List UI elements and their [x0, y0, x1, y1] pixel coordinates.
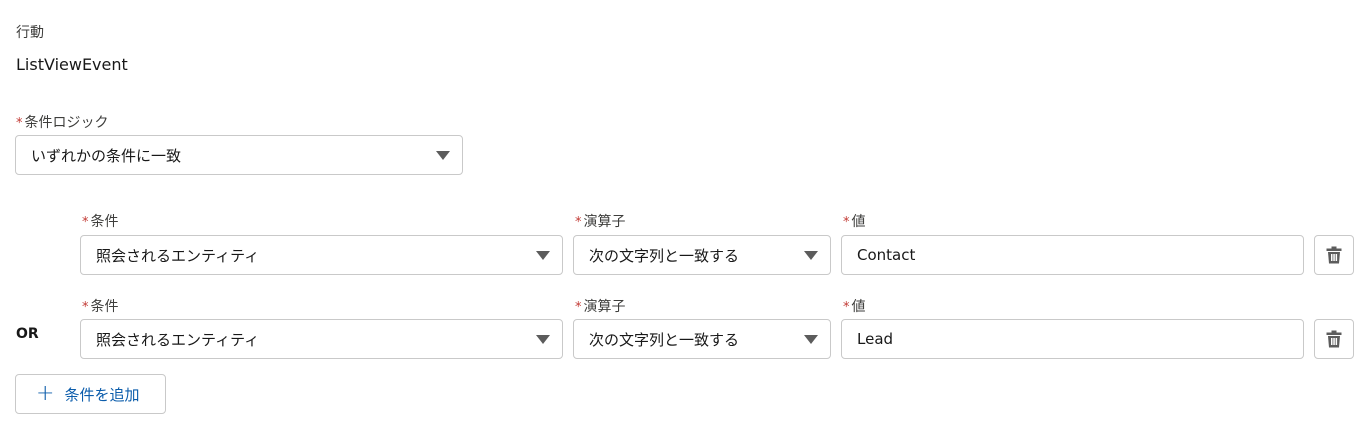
- operator-label: * 演算子: [575, 214, 626, 230]
- operator-select[interactable]: 次の文字列と一致する: [573, 319, 831, 359]
- chevron-down-icon: [804, 334, 818, 344]
- condition-select[interactable]: 照会されるエンティティ: [80, 235, 563, 275]
- required-mark: *: [16, 116, 23, 131]
- delete-row-button[interactable]: [1314, 235, 1354, 275]
- add-condition-button[interactable]: + 条件を追加: [15, 374, 166, 414]
- trash-icon: [1326, 330, 1342, 348]
- chevron-down-icon: [436, 150, 450, 160]
- logic-label: * 条件ロジック: [16, 115, 109, 131]
- value-input[interactable]: Lead: [841, 319, 1304, 359]
- logic-select-value: いずれかの条件に一致: [31, 146, 182, 165]
- value-label: * 値: [843, 299, 866, 315]
- chevron-down-icon: [804, 250, 818, 260]
- chevron-down-icon: [536, 334, 550, 344]
- chevron-down-icon: [536, 250, 550, 260]
- plus-icon: +: [36, 381, 55, 406]
- value-input[interactable]: Contact: [841, 235, 1304, 275]
- condition-label: * 条件: [82, 214, 119, 230]
- trash-icon: [1326, 246, 1342, 264]
- operator-label: * 演算子: [575, 299, 626, 315]
- condition-label: * 条件: [82, 299, 119, 315]
- value-label: * 値: [843, 214, 866, 230]
- condition-select[interactable]: 照会されるエンティティ: [80, 319, 563, 359]
- action-label: 行動: [16, 25, 44, 41]
- logic-connector: OR: [16, 326, 39, 342]
- add-condition-label: 条件を追加: [64, 385, 140, 404]
- action-value: ListViewEvent: [16, 55, 128, 74]
- operator-select[interactable]: 次の文字列と一致する: [573, 235, 831, 275]
- delete-row-button[interactable]: [1314, 319, 1354, 359]
- logic-select[interactable]: いずれかの条件に一致: [15, 135, 463, 175]
